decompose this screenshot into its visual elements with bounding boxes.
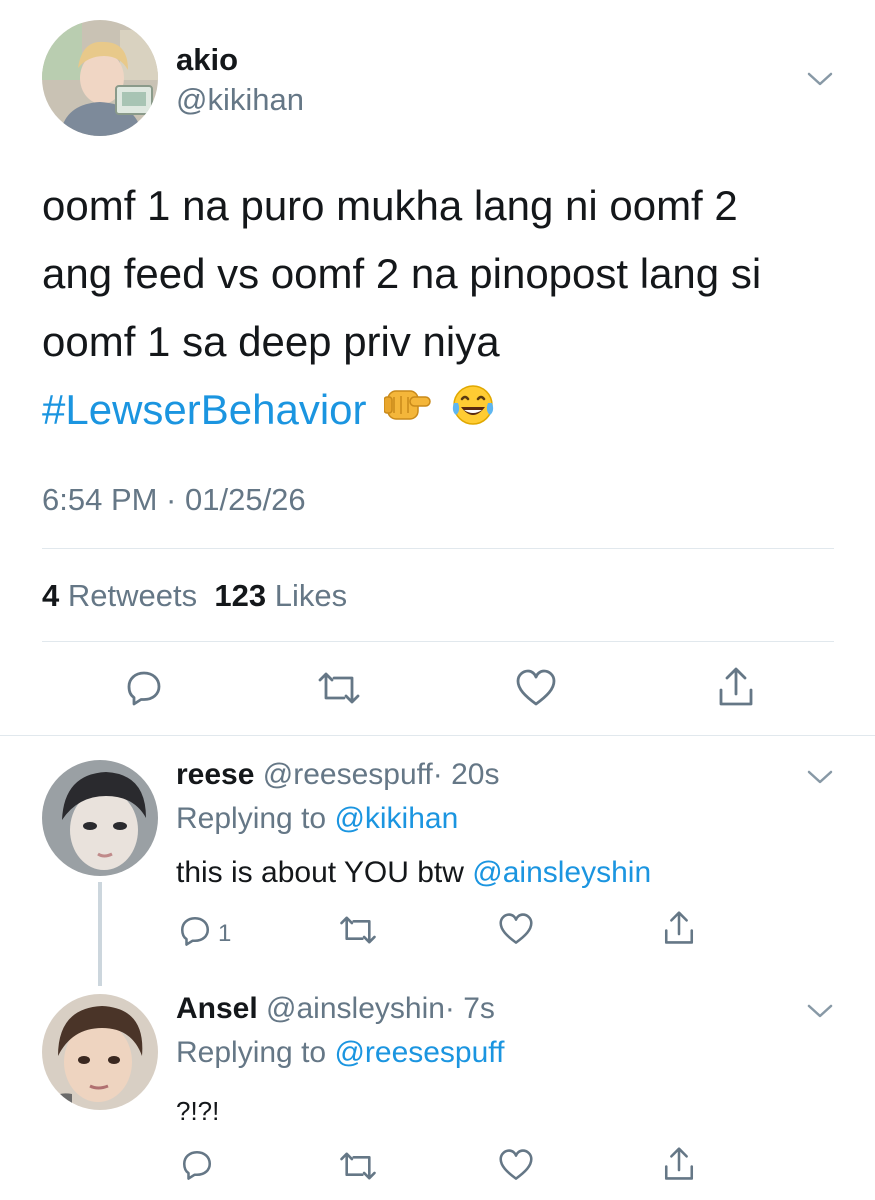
retweet-icon[interactable] bbox=[316, 670, 362, 706]
reply-icon[interactable] bbox=[178, 914, 212, 948]
replying-to-mention[interactable]: @reesespuff bbox=[334, 1036, 504, 1069]
tears-of-joy-emoji bbox=[450, 379, 496, 447]
avatar-reese[interactable] bbox=[42, 760, 158, 876]
avatar-akio[interactable] bbox=[42, 20, 158, 136]
retweet-icon[interactable] bbox=[338, 914, 378, 946]
reply-text: this is about YOU btw @ainsleyshin bbox=[176, 856, 651, 890]
chevron-down-icon[interactable] bbox=[806, 70, 834, 88]
divider bbox=[42, 641, 834, 642]
likes-count[interactable]: 123 bbox=[214, 578, 266, 613]
retweets-label[interactable]: Retweets bbox=[68, 578, 197, 613]
author-display-name[interactable]: akio bbox=[176, 42, 238, 78]
replying-to-label: Replying to bbox=[176, 1036, 327, 1069]
share-icon[interactable] bbox=[716, 666, 756, 708]
retweets-count[interactable]: 4 bbox=[42, 578, 59, 613]
reply-time[interactable]: · 7s bbox=[445, 992, 495, 1025]
replying-to-label: Replying to bbox=[176, 802, 327, 835]
thread-connector bbox=[98, 882, 102, 986]
reply-text-content: this is about YOU btw bbox=[176, 856, 464, 889]
reply-icon[interactable] bbox=[180, 1148, 214, 1182]
reply-handle[interactable]: @reesespuff bbox=[263, 758, 433, 791]
pointing-fist-emoji bbox=[383, 379, 432, 447]
divider bbox=[0, 735, 875, 736]
like-icon[interactable] bbox=[498, 912, 534, 946]
share-icon[interactable] bbox=[662, 910, 696, 946]
chevron-down-icon[interactable] bbox=[806, 768, 834, 786]
divider bbox=[42, 548, 834, 549]
replying-to-line: Replying to @kikihan bbox=[176, 802, 458, 836]
tweet-timestamp[interactable]: 6:54 PM · 01/25/26 bbox=[42, 482, 306, 518]
share-icon[interactable] bbox=[662, 1146, 696, 1182]
reply-time[interactable]: · 20s bbox=[433, 758, 500, 791]
reply-count[interactable]: 1 bbox=[218, 920, 231, 948]
retweet-icon[interactable] bbox=[338, 1150, 378, 1182]
replying-to-mention[interactable]: @kikihan bbox=[334, 802, 458, 835]
tweet-text-line: oomf 1 sa deep priv niya bbox=[42, 318, 500, 365]
hashtag-link[interactable]: #LewserBehavior bbox=[42, 386, 367, 433]
tweet-hashtag-line: #LewserBehavior bbox=[42, 376, 842, 447]
author-handle[interactable]: @kikihan bbox=[176, 82, 304, 118]
reply-mention-link[interactable]: @ainsleyshin bbox=[472, 856, 651, 889]
reply-text: ?!?! bbox=[176, 1096, 220, 1126]
avatar-ansel[interactable] bbox=[42, 994, 158, 1110]
like-icon[interactable] bbox=[515, 668, 557, 708]
chevron-down-icon[interactable] bbox=[806, 1002, 834, 1020]
tweet-text-line: ang feed vs oomf 2 na pinopost lang si bbox=[42, 250, 762, 297]
reply-icon[interactable] bbox=[124, 668, 164, 708]
reply-display-name[interactable]: reese bbox=[176, 758, 254, 791]
likes-label[interactable]: Likes bbox=[275, 578, 347, 613]
tweet-text-line: oomf 1 na puro mukha lang ni oomf 2 bbox=[42, 182, 738, 229]
replying-to-line: Replying to @reesespuff bbox=[176, 1036, 504, 1070]
like-icon[interactable] bbox=[498, 1148, 534, 1182]
tweet-text: oomf 1 na puro mukha lang ni oomf 2 ang … bbox=[42, 172, 842, 447]
reply-display-name[interactable]: Ansel bbox=[176, 992, 258, 1025]
tweet-stats: 4 Retweets 123 Likes bbox=[42, 578, 347, 614]
reply-header: Ansel @ainsleyshin· 7s bbox=[176, 992, 495, 1026]
reply-header: reese @reesespuff· 20s bbox=[176, 758, 499, 792]
reply-handle[interactable]: @ainsleyshin bbox=[266, 992, 445, 1025]
